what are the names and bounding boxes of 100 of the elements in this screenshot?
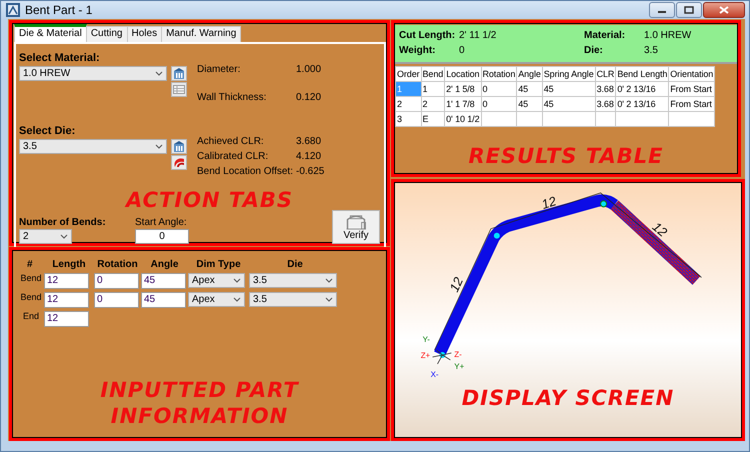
bends-dropdown[interactable]: 2 xyxy=(19,228,72,244)
chevron-icon xyxy=(233,297,241,302)
dimension-label: 12 xyxy=(446,274,466,294)
table-cell[interactable]: 3 xyxy=(396,111,422,126)
die-dropdown[interactable]: 3.5 xyxy=(249,273,337,288)
annotation-label: RESULTS TABLE xyxy=(467,142,665,169)
summary-label: Weight: xyxy=(399,45,436,56)
tab[interactable]: Die & Material xyxy=(14,24,87,42)
table-cell: From Start xyxy=(668,81,715,96)
chevron-icon xyxy=(60,234,68,239)
tab[interactable]: Holes xyxy=(126,26,162,42)
window-title: Bent Part - 1 xyxy=(25,2,94,17)
close-button[interactable] xyxy=(703,2,745,18)
start-angle-field[interactable]: 0 xyxy=(135,228,189,244)
table-cell: 1' 1 7/8 xyxy=(444,96,481,111)
table-cell[interactable]: 2 xyxy=(396,96,422,111)
column-header: Bend Length xyxy=(616,66,669,81)
material-dropdown[interactable]: 1.0 HREW xyxy=(19,66,167,80)
annotation-label: INPUTTED PART INFORMATION xyxy=(100,376,300,429)
field-label: Number of Bends: xyxy=(19,216,107,228)
length-field[interactable]: 12 xyxy=(44,310,89,326)
table-cell: 0' 2 13/16 xyxy=(616,96,669,111)
length-field[interactable]: 12 xyxy=(44,272,89,288)
dimension-label: 12 xyxy=(540,192,558,212)
table-cell: 2 xyxy=(421,96,445,111)
summary-label: Cut Length: xyxy=(399,30,456,41)
property-value: -0.625 xyxy=(296,166,324,176)
row-label: End xyxy=(22,310,40,320)
field-label: Start Angle: xyxy=(135,216,188,228)
table-cell: 45 xyxy=(542,81,596,96)
table-cell: From Start xyxy=(668,96,715,111)
axis-label: X- xyxy=(430,369,438,378)
table-cell: E xyxy=(421,111,445,126)
table-cell: 0' 2 13/16 xyxy=(616,81,669,96)
column-header: Order xyxy=(396,66,422,81)
table-cell: 0 xyxy=(481,96,517,111)
column-header: Orientation xyxy=(668,66,715,81)
angle-field[interactable]: 45 xyxy=(141,292,186,308)
field-label: Select Die: xyxy=(19,124,76,136)
row-label: Bend xyxy=(19,272,43,282)
minimize-button[interactable] xyxy=(649,2,675,18)
table-cell: 1 xyxy=(421,81,445,96)
tab[interactable]: Manuf. Warning xyxy=(161,26,242,42)
annotation-label: ACTION TABS xyxy=(124,186,294,213)
chevron-icon xyxy=(325,297,333,302)
table-cell: 45 xyxy=(516,96,542,111)
maximize-icon xyxy=(684,6,694,14)
property-value: 0.120 xyxy=(296,92,322,102)
building-icon[interactable] xyxy=(171,138,187,154)
axis-label: Z- xyxy=(454,349,462,358)
length-field[interactable]: 12 xyxy=(44,292,89,308)
column-header: CLR xyxy=(595,66,616,81)
rotation-field[interactable]: 0 xyxy=(94,292,139,308)
summary-label: Material: xyxy=(584,30,626,41)
axis-label: Z+ xyxy=(420,350,430,360)
summary-label: Die: xyxy=(584,45,604,56)
dim-type-dropdown[interactable]: Apex xyxy=(188,292,245,307)
bender-icon xyxy=(344,212,368,230)
building-icon[interactable] xyxy=(171,66,187,80)
property-value: 4.120 xyxy=(296,150,322,162)
column-header: Angle xyxy=(150,258,180,270)
swoosh-icon[interactable] xyxy=(171,154,187,170)
dim-type-dropdown[interactable]: Apex xyxy=(188,273,245,288)
chevron-icon xyxy=(233,278,241,283)
property-label: Diameter: xyxy=(197,64,242,74)
summary-value: 0 xyxy=(459,45,466,56)
summary-value: 3.5 xyxy=(644,45,659,56)
table-cell: 45 xyxy=(542,96,596,111)
property-value: 3.680 xyxy=(296,136,322,146)
rotation-field[interactable]: 0 xyxy=(94,272,139,288)
verify-button[interactable]: Verify xyxy=(332,210,380,244)
table-cell: 0 xyxy=(481,81,517,96)
column-header: Dim Type xyxy=(195,258,242,270)
column-header: Die xyxy=(286,258,304,270)
column-header: Length xyxy=(51,258,87,270)
column-header: Rotation xyxy=(481,66,517,81)
tab[interactable]: Cutting xyxy=(86,26,128,42)
die-dropdown[interactable]: 3.5 xyxy=(249,292,337,307)
property-label: Bend Location Offset: xyxy=(197,166,294,176)
row-label: Bend xyxy=(19,292,43,302)
column-header: Rotation xyxy=(96,258,139,270)
column-header: Angle xyxy=(516,66,542,81)
app-icon xyxy=(6,2,20,17)
maximize-button[interactable] xyxy=(676,2,702,18)
chevron-icon xyxy=(325,278,333,283)
chevron-icon xyxy=(155,144,163,148)
summary-value: 2' 11 1/2 xyxy=(459,30,498,41)
axis-triad-drawing xyxy=(432,349,452,364)
property-label: Calibrated CLR: xyxy=(197,150,270,162)
chevron-icon xyxy=(155,70,163,76)
table-cell: 0' 10 1/2 xyxy=(444,111,481,126)
die-dropdown[interactable]: 3.5 xyxy=(19,138,167,154)
column-header: Location xyxy=(444,66,481,81)
table-cell: 3.68 xyxy=(595,81,616,96)
field-label: Select Material: xyxy=(19,52,101,64)
table-icon[interactable] xyxy=(171,82,187,96)
axis-label: Y+ xyxy=(454,361,464,370)
bend-marker xyxy=(600,200,608,207)
angle-field[interactable]: 45 xyxy=(141,272,186,288)
start-marker xyxy=(439,352,446,358)
